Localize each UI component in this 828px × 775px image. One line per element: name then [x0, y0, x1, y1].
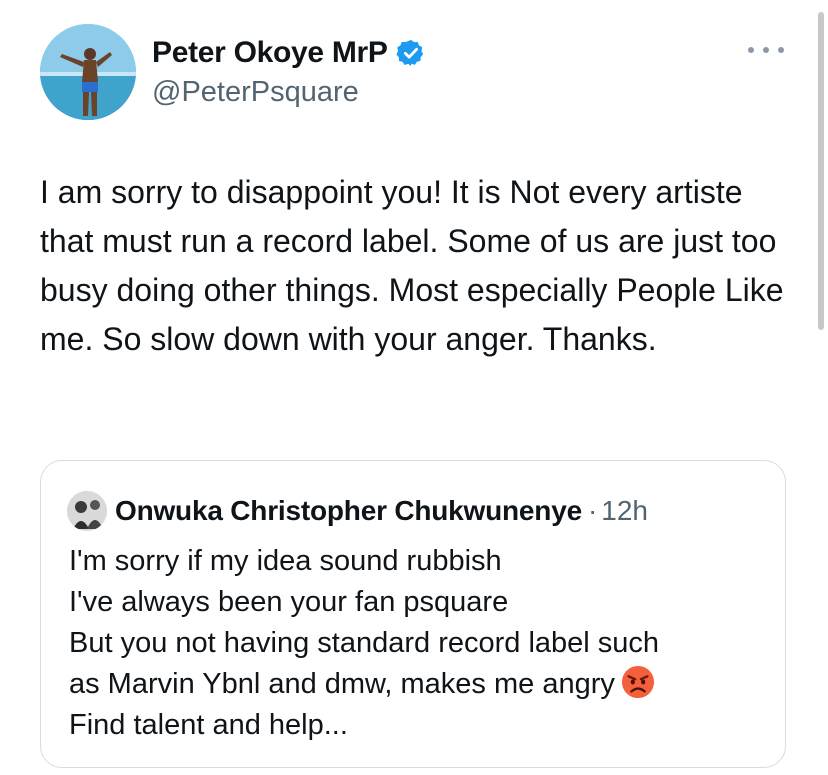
- quoted-tweet-body: I'm sorry if my idea sound rubbish I've …: [69, 541, 769, 746]
- quoted-tweet-header: Onwuka Christopher Chukwunenye · 12h: [67, 491, 648, 531]
- quoted-text-line: But you not having standard record label…: [69, 627, 660, 659]
- more-dot: [748, 47, 754, 53]
- angry-face-emoji: [621, 665, 654, 699]
- scrollbar[interactable]: [818, 12, 824, 330]
- author-info: Peter Okoye MrP @PeterPsquare: [152, 34, 426, 109]
- time-separator: ·: [587, 495, 598, 526]
- quoted-text-line: I'm sorry if my idea sound rubbish: [69, 545, 502, 577]
- quoted-text-line: as Marvin Ybnl and dmw, makes me angry: [69, 668, 615, 700]
- more-options-icon[interactable]: [748, 38, 784, 62]
- quoted-text-line-with-emoji: as Marvin Ybnl and dmw, makes me angry: [69, 664, 769, 705]
- more-dot: [763, 47, 769, 53]
- name-row: Peter Okoye MrP: [152, 34, 426, 72]
- author-avatar[interactable]: [40, 24, 136, 120]
- verified-badge-icon[interactable]: [395, 38, 426, 68]
- tweet-screen: Peter Okoye MrP @PeterPsquare I am sorry…: [0, 0, 828, 775]
- tweet-body: I am sorry to disappoint you! It is Not …: [40, 174, 784, 357]
- quoted-tweet-time: 12h: [601, 495, 648, 526]
- quoted-author-name: Onwuka Christopher Chukwunenye: [115, 495, 582, 526]
- quoted-avatar-photo: [67, 491, 107, 531]
- quoted-tweet-card[interactable]: Onwuka Christopher Chukwunenye · 12h I'm…: [40, 460, 786, 768]
- quoted-text-line: I've always been your fan psquare: [69, 586, 509, 618]
- avatar-photo: [40, 24, 136, 120]
- author-display-name[interactable]: Peter Okoye MrP: [152, 36, 388, 70]
- quoted-author-avatar: [67, 491, 107, 531]
- quoted-text-line: Find talent and help...: [69, 709, 348, 741]
- more-dot: [778, 47, 784, 53]
- author-handle[interactable]: @PeterPsquare: [152, 76, 426, 109]
- tweet-header: Peter Okoye MrP @PeterPsquare: [40, 24, 800, 120]
